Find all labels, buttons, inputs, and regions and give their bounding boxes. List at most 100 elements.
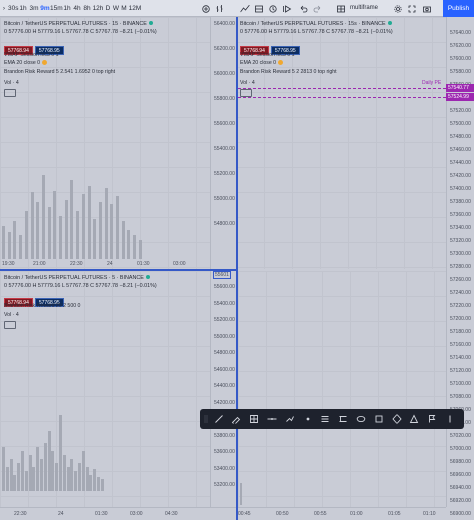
fib-icon[interactable]: [318, 409, 333, 429]
path-icon[interactable]: [282, 409, 297, 429]
market-open-icon: [145, 275, 150, 279]
volume-bar: [36, 447, 40, 491]
volume-bar: [24, 471, 28, 491]
collapse-legend-button[interactable]: [240, 89, 252, 97]
layout-name-label[interactable]: multiframe: [350, 3, 390, 14]
fullscreen-icon[interactable]: [405, 0, 418, 17]
ohlc-values: 0 57776.00 H 57779.16 L 57767.78 C 57767…: [4, 283, 157, 289]
price-label: 57420.00: [450, 173, 471, 179]
pane-separator-vertical[interactable]: [236, 17, 238, 520]
bid-ask-chips: 57768.94 57768.95: [4, 291, 66, 307]
interval-12h[interactable]: 12h: [92, 0, 104, 17]
price-label: 56900.00: [450, 511, 471, 517]
position-icon[interactable]: [336, 409, 351, 429]
horizontal-line-icon[interactable]: [264, 409, 279, 429]
indicator-risk-reward[interactable]: Brandon Risk Reward 5 2.541 1.6952 0 top…: [4, 69, 115, 75]
price-range-icon[interactable]: [389, 409, 404, 429]
more-icon[interactable]: [442, 409, 457, 429]
symbol-legend[interactable]: Bitcoin / TetherUS PERPETUAL FUTURES · 5…: [4, 274, 157, 290]
interval-15m[interactable]: 15m: [50, 0, 63, 17]
price-axis-top-left[interactable]: 56400.00 56200.00 56000.00 55800.00 55600.00…: [210, 17, 236, 269]
dot-icon[interactable]: [300, 409, 315, 429]
time-axis-bottom-right[interactable]: 00:45 00:50 00:55 01:00 01:05 01:10: [238, 507, 446, 520]
replay-icon[interactable]: [280, 0, 293, 17]
interval-w[interactable]: W: [112, 0, 120, 17]
toolbar-drag-handle[interactable]: [202, 409, 210, 429]
price-label: 56980.00: [450, 459, 471, 465]
time-axis-bottom-left[interactable]: 22:30 24 01:30 03:00 04:30: [0, 507, 236, 520]
menu-caret-icon[interactable]: ›: [0, 0, 8, 17]
layout-icon[interactable]: [334, 0, 347, 17]
indicator-vwap[interactable]: VWAP Session hlc3 0 1: [4, 52, 59, 58]
pane-separator-horizontal[interactable]: [0, 269, 236, 271]
time-label: 03:00: [130, 511, 143, 517]
templates-icon[interactable]: [252, 0, 265, 17]
price-label: 57440.00: [450, 160, 471, 166]
price-label: 57240.00: [450, 290, 471, 296]
alert-icon[interactable]: [266, 0, 279, 17]
interval-m[interactable]: M: [120, 0, 128, 17]
indicator-ema[interactable]: EMA 20 close 0: [240, 60, 284, 66]
volume-bar: [116, 196, 119, 259]
bar-style-icon[interactable]: [213, 0, 226, 17]
flag-icon[interactable]: [425, 409, 440, 429]
indicator-risk-reward[interactable]: Brandon Risk Reward 20 2 500 0: [4, 303, 80, 309]
indicators-icon[interactable]: [238, 0, 251, 17]
price-axis-bottom-left[interactable]: 55600.00 55400.00 55200.00 55000.00 54800.00…: [210, 271, 236, 507]
undo-icon[interactable]: [298, 0, 310, 17]
time-label: 21:00: [33, 261, 46, 267]
trend-line-icon[interactable]: [211, 409, 226, 429]
indicator-risk-reward[interactable]: Brandon Risk Reward 5 2 2813 0 top right: [240, 69, 337, 75]
chart-pane-top-right[interactable]: Bitcoin / TetherUS PERPETUAL FUTURES · 1…: [236, 17, 446, 269]
indicator-ema[interactable]: EMA 20 close 0: [4, 60, 48, 66]
alert-icon[interactable]: [407, 409, 422, 429]
interval-8h[interactable]: 8h: [82, 0, 92, 17]
interval-1h[interactable]: 1h: [62, 0, 72, 17]
volume-bar: [70, 180, 74, 259]
interval-d[interactable]: D: [104, 0, 112, 17]
time-label: 00:50: [276, 511, 289, 517]
time-label: 01:05: [388, 511, 401, 517]
time-label: 22:30: [70, 261, 83, 267]
volume-bars: [0, 401, 210, 491]
volume-legend[interactable]: Vol · 4: [4, 80, 19, 86]
add-icon[interactable]: [200, 0, 212, 17]
time-label: 00:55: [314, 511, 327, 517]
redo-icon[interactable]: [311, 0, 323, 17]
indicator-vwap[interactable]: VWAP Session hlc3 0 1: [240, 52, 295, 58]
price-tag-upper: 57540.77: [446, 84, 474, 92]
price-label: 57600.00: [450, 56, 471, 62]
price-label: 57220.00: [450, 303, 471, 309]
screenshot-icon[interactable]: [420, 0, 433, 17]
publish-button[interactable]: Publish: [443, 0, 474, 17]
chart-pane-top-left[interactable]: Bitcoin / TetherUS PERPETUAL FUTURES · 1…: [0, 17, 210, 269]
brush-icon[interactable]: [229, 409, 244, 429]
ohlc-values: 0 57776.00 H 57779.16 L 57767.78 C 57767…: [4, 29, 157, 35]
interval-12m[interactable]: 12M: [128, 0, 142, 17]
price-label: 57120.00: [450, 368, 471, 374]
volume-bar: [133, 235, 137, 259]
collapse-legend-button[interactable]: [4, 89, 16, 97]
warning-icon: [278, 60, 284, 66]
volume-legend[interactable]: Vol · 4: [4, 312, 19, 318]
volume-bar: [9, 459, 13, 491]
interval-3m[interactable]: 3m: [28, 0, 40, 17]
pattern-icon[interactable]: [247, 409, 262, 429]
chart-pane-bottom-left[interactable]: Bitcoin / TetherUS PERPETUAL FUTURES · 5…: [0, 271, 210, 507]
price-label: 55800.00: [214, 96, 235, 102]
symbol-legend[interactable]: Bitcoin / TetherUS PERPETUAL FUTURES · 1…: [240, 20, 393, 36]
volume-legend[interactable]: Vol · 4: [240, 80, 255, 86]
symbol-legend[interactable]: Bitcoin / TetherUS PERPETUAL FUTURES · 1…: [4, 20, 157, 36]
collapse-legend-button[interactable]: [4, 321, 16, 329]
interval-1h[interactable]: 1h: [18, 0, 28, 17]
ellipse-icon[interactable]: [353, 409, 368, 429]
price-label: 57380.00: [450, 199, 471, 205]
chart-pane-bottom-right[interactable]: [238, 271, 446, 507]
price-label: 57020.00: [450, 433, 471, 439]
interval-30s[interactable]: 30s: [8, 0, 18, 17]
interval-4h[interactable]: 4h: [72, 0, 82, 17]
interval-9m[interactable]: 9m: [40, 0, 50, 17]
indicator-ema-label: EMA 20 close 0: [240, 60, 277, 66]
rectangle-icon[interactable]: [371, 409, 386, 429]
settings-icon[interactable]: [391, 0, 404, 17]
